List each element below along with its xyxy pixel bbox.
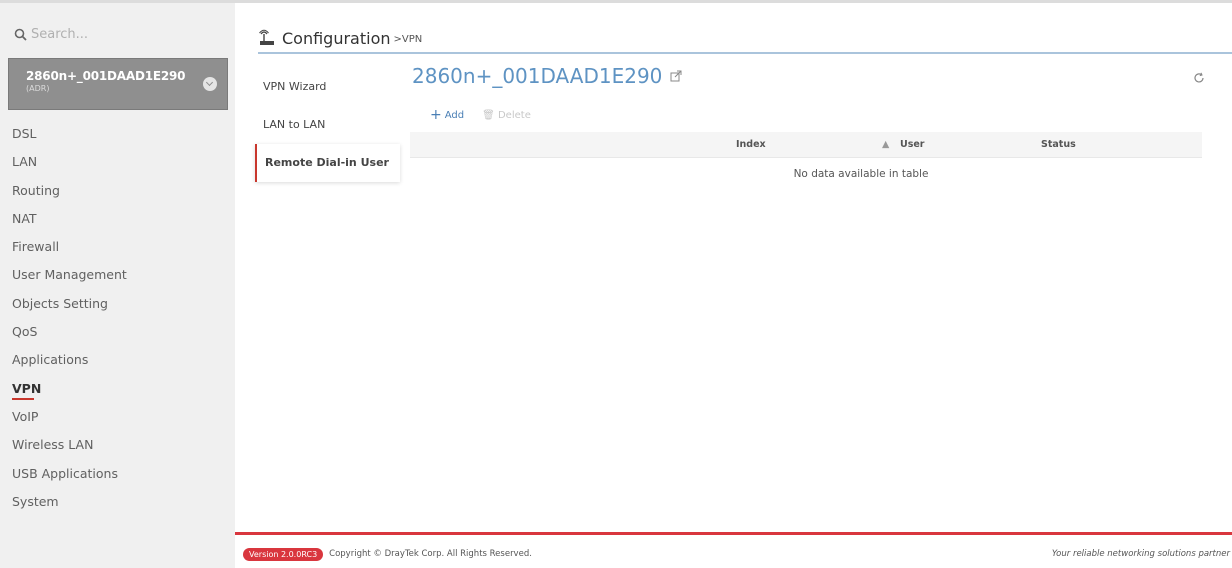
search-box[interactable]: Search... — [8, 17, 228, 51]
sidebar-item-dsl[interactable]: DSL — [8, 120, 228, 148]
sidebar: Search... 2860n+_001DAAD1E290 (ADR) DSL … — [0, 0, 235, 568]
chevron-down-icon[interactable] — [203, 77, 217, 91]
page-header: Configuration >VPN — [258, 22, 1232, 54]
column-header-user[interactable]: User — [900, 139, 925, 150]
sidebar-item-applications[interactable]: Applications — [8, 346, 228, 374]
sidebar-item-objects-setting[interactable]: Objects Setting — [8, 290, 228, 318]
sort-asc-icon[interactable]: ▲ — [882, 139, 889, 150]
tab-remote-dial-in-user[interactable]: Remote Dial-in User — [255, 144, 400, 182]
top-border — [235, 0, 1232, 3]
device-sub: (ADR) — [26, 84, 50, 93]
device-title: 2860n+_001DAAD1E290 — [412, 64, 682, 88]
copyright-text: Copyright © DrayTek Corp. All Rights Res… — [329, 549, 532, 559]
sidebar-item-qos[interactable]: QoS — [8, 318, 228, 346]
sidebar-item-wireless-lan[interactable]: Wireless LAN — [8, 431, 228, 459]
breadcrumb: >VPN — [393, 34, 423, 45]
sidebar-item-vpn[interactable]: VPN — [8, 375, 228, 403]
external-link-icon[interactable] — [670, 70, 682, 82]
column-header-status[interactable]: Status — [1041, 139, 1076, 150]
page-title: Configuration — [282, 28, 391, 48]
sidebar-item-lan[interactable]: LAN — [8, 148, 228, 176]
sidebar-item-voip[interactable]: VoIP — [8, 403, 228, 431]
sidebar-item-usb-applications[interactable]: USB Applications — [8, 460, 228, 488]
table-empty-message: No data available in table — [793, 168, 929, 180]
sidebar-item-nat[interactable]: NAT — [8, 205, 228, 233]
version-badge: Version 2.0.0RC3 — [243, 547, 324, 561]
device-title-text: 2860n+_001DAAD1E290 — [412, 64, 663, 88]
vpn-subnav: VPN Wizard LAN to LAN Remote Dial-in Use… — [255, 68, 400, 182]
tagline: Your reliable networking solutions partn… — [1051, 549, 1230, 559]
sidebar-item-user-management[interactable]: User Management — [8, 261, 228, 289]
delete-label: Delete — [497, 109, 531, 121]
column-header-index[interactable]: Index — [736, 139, 766, 150]
refresh-icon[interactable] — [1193, 72, 1205, 84]
sidebar-menu: DSL LAN Routing NAT Firewall User Manage… — [8, 120, 228, 516]
trash-icon: 🗑 — [482, 109, 498, 121]
tab-vpn-wizard[interactable]: VPN Wizard — [255, 68, 400, 106]
add-button[interactable]: + Add — [430, 108, 464, 122]
footer-divider — [235, 532, 1232, 535]
search-placeholder[interactable]: Search... — [31, 27, 88, 42]
table-toolbar: + Add 🗑 Delete — [430, 108, 531, 122]
add-label: Add — [444, 109, 465, 121]
plus-icon: + — [430, 107, 442, 123]
sidebar-item-system[interactable]: System — [8, 488, 228, 516]
dial-in-user-table: Index ▲ User Status No data available in… — [410, 132, 1202, 180]
header-divider — [258, 52, 1232, 54]
page-footer: Version 2.0.0RC3 Copyright © DrayTek Cor… — [243, 544, 1232, 564]
search-icon — [14, 28, 27, 41]
device-name: 2860n+_001DAAD1E290 — [26, 69, 186, 83]
sidebar-item-routing[interactable]: Routing — [8, 177, 228, 205]
router-icon — [259, 29, 274, 45]
device-selector[interactable]: 2860n+_001DAAD1E290 (ADR) — [8, 58, 228, 110]
table-header: Index ▲ User Status — [410, 132, 1202, 158]
delete-button[interactable]: 🗑 Delete — [482, 110, 531, 121]
sidebar-item-firewall[interactable]: Firewall — [8, 233, 228, 261]
tab-lan-to-lan[interactable]: LAN to LAN — [255, 106, 400, 144]
